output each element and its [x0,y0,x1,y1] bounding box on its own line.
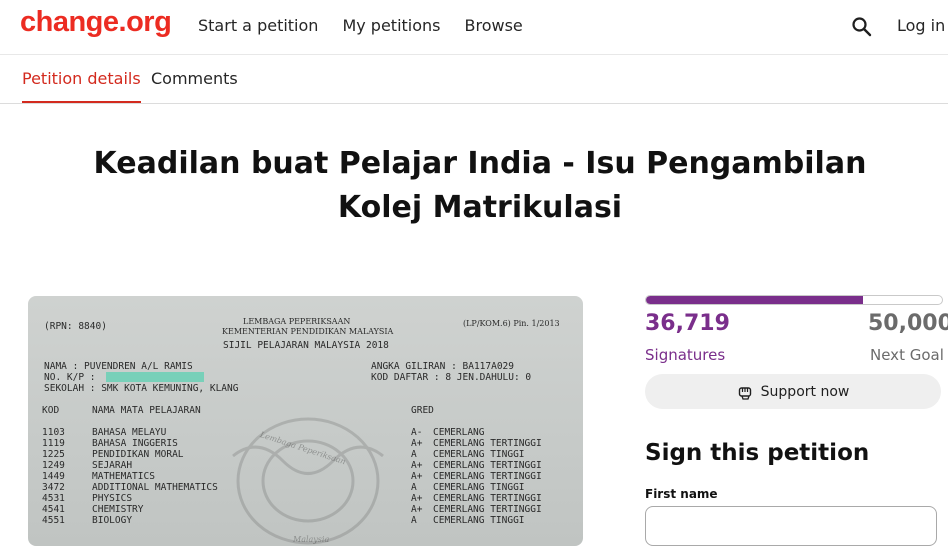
result-desc: CEMERLANG TERTINGGI [433,471,542,482]
nav-start-petition[interactable]: Start a petition [198,16,318,35]
login-link[interactable]: Log in [897,16,945,35]
org-text: LEMBAGA PEPERIKSAAN [243,317,350,326]
watermark-text-2: Malaysia [292,535,329,544]
support-now-label: Support now [760,383,850,400]
result-grade: A+ [411,460,423,471]
result-kod: 4531 [42,493,65,504]
signature-progress-fill [646,296,864,304]
result-kod: 1119 [42,438,65,449]
signature-progress-bar [645,295,943,305]
registration-code-text: KOD DAFTAR : 8 JEN.DAHULU: 0 [371,372,531,383]
col-subject-header: NAMA MATA PELAJARAN [92,405,201,416]
result-desc: CEMERLANG TERTINGGI [433,504,542,515]
result-subject: ADDITIONAL MATHEMATICS [92,482,218,493]
first-name-field[interactable] [645,506,937,546]
col-kod-header: KOD [42,405,59,416]
main-nav: Start a petition My petitions Browse [198,16,523,35]
result-desc: CEMERLANG TINGGI [433,515,525,526]
result-grade: A [411,515,417,526]
result-grade: A [411,449,417,460]
signature-count-label: Signatures [645,346,726,364]
result-grade: A+ [411,493,423,504]
result-kod: 1249 [42,460,65,471]
result-grade: A+ [411,471,423,482]
rpn-text: (RPN: 8840) [44,321,107,332]
result-grade: A+ [411,504,423,515]
result-desc: CEMERLANG TERTINGGI [433,493,542,504]
change-org-logo[interactable]: change.org [20,6,172,39]
top-navigation-bar: change.org Start a petition My petitions… [0,0,948,55]
support-now-button[interactable]: Support now [645,374,941,409]
search-icon[interactable] [851,16,873,38]
result-subject: CHEMISTRY [92,504,144,515]
ic-number-label: NO. K/P : [44,372,95,383]
tab-comments[interactable]: Comments [151,69,238,88]
result-grade: A [411,482,417,493]
result-kod: 1225 [42,449,65,460]
tab-petition-details[interactable]: Petition details [22,69,141,103]
ministry-text: KEMENTERIAN PENDIDIKAN MALAYSIA [222,327,394,336]
result-desc: CEMERLANG TINGGI [433,449,525,460]
candidate-name: NAMA : PUVENDREN A/L RAMIS [44,361,193,372]
petition-image: Lembaga Peperiksaan Malaysia (RPN: 8840)… [28,296,583,546]
result-subject: PENDIDIKAN MORAL [92,449,184,460]
result-subject: BAHASA INGGERIS [92,438,178,449]
result-grade: A- [411,427,422,438]
signature-count: 36,719 [645,311,730,336]
school-text: SEKOLAH : SMK KOTA KEMUNING, KLANG [44,383,239,394]
result-kod: 1449 [42,471,65,482]
result-kod: 1103 [42,427,65,438]
col-gred-header: GRED [411,405,434,416]
petition-tabs: Petition details Comments [0,55,948,104]
result-desc: CEMERLANG TERTINGGI [433,460,542,471]
result-kod: 4541 [42,504,65,515]
result-subject: SEJARAH [92,460,132,471]
redacted-ic-number [106,372,204,382]
result-desc: CEMERLANG [433,427,485,438]
form-code-text: (LP/KOM.6) Pin. 1/2013 [463,319,560,328]
result-subject: BIOLOGY [92,515,132,526]
result-subject: BAHASA MELAYU [92,427,167,438]
first-name-label: First name [645,487,718,501]
petition-title: Keadilan buat Pelajar India - Isu Pengam… [93,146,867,225]
cert-title-text: SIJIL PELAJARAN MALAYSIA 2018 [223,340,389,351]
result-kod: 3472 [42,482,65,493]
fist-icon [738,386,751,400]
certificate-scan: Lembaga Peperiksaan Malaysia (RPN: 8840)… [42,317,560,545]
result-desc: CEMERLANG TINGGI [433,482,525,493]
result-desc: CEMERLANG TERTINGGI [433,438,542,449]
result-subject: MATHEMATICS [92,471,155,482]
nav-my-petitions[interactable]: My petitions [342,16,440,35]
result-subject: PHYSICS [92,493,132,504]
result-kod: 4551 [42,515,65,526]
sign-petition-heading: Sign this petition [645,440,870,466]
result-grade: A+ [411,438,423,449]
nav-browse[interactable]: Browse [465,16,523,35]
goal-count: 50,000 [868,311,948,336]
goal-count-label: Next Goal [870,346,944,364]
index-number-text: ANGKA GILIRAN : BA117A029 [371,361,514,372]
